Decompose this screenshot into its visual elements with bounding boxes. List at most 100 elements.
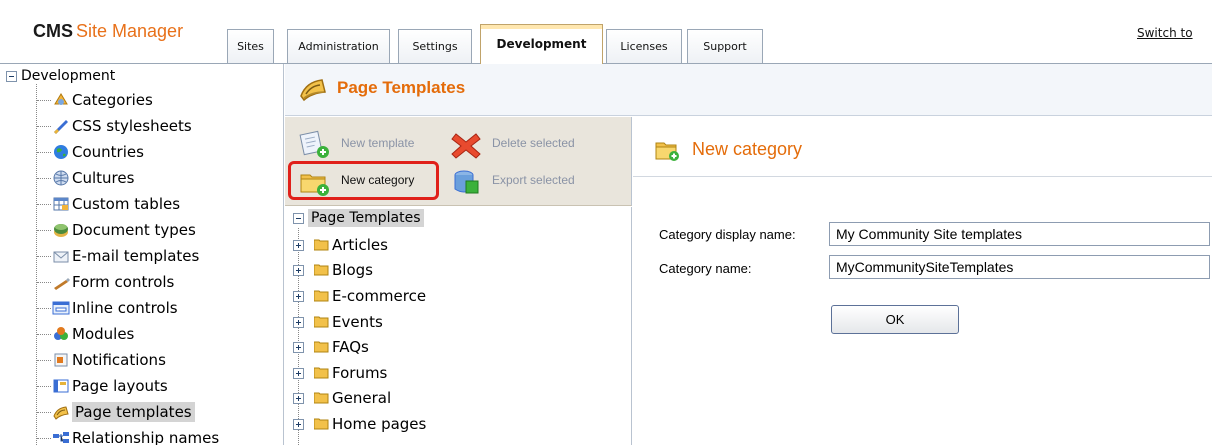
new-template-label: New template — [341, 136, 415, 150]
tree-item-faqs[interactable]: FAQs — [293, 336, 369, 358]
new-category-panel: New category Category display name: Cate… — [633, 117, 1212, 445]
delete-selected-label: Delete selected — [492, 136, 575, 150]
collapse-icon[interactable] — [6, 70, 17, 82]
new-category-title-icon — [655, 142, 679, 161]
collapse-icon[interactable] — [293, 212, 304, 224]
tree-root-label: Development — [21, 68, 116, 84]
page-templates-icon — [53, 406, 69, 420]
form-controls-icon — [54, 278, 70, 290]
tree-item-articles[interactable]: Articles — [293, 234, 388, 256]
custom-tables-icon — [53, 197, 69, 211]
folder-icon — [314, 290, 329, 302]
tree-connector-line — [36, 84, 37, 445]
delete-selected-button[interactable]: Delete selected — [448, 133, 608, 160]
expand-icon[interactable] — [293, 419, 304, 430]
tree-root-development[interactable]: Development — [6, 68, 115, 84]
tree-item-events[interactable]: Events — [293, 311, 383, 333]
tree-connector — [37, 178, 51, 179]
app-logo: CMS Site Manager — [33, 21, 183, 42]
export-icon — [454, 170, 479, 194]
tree-connector — [37, 230, 51, 231]
page-templates-title-icon — [300, 79, 326, 102]
tree-item-inline-controls[interactable]: Inline controls — [52, 297, 178, 319]
page-title: Page Templates — [337, 78, 466, 97]
tree-item-e-mail-templates[interactable]: E-mail templates — [52, 245, 199, 267]
new-category-highlight — [288, 161, 439, 200]
tree-item-page-layouts[interactable]: Page layouts — [52, 375, 168, 397]
tree-item-custom-tables[interactable]: Custom tables — [52, 193, 180, 215]
new-category-header: New category — [633, 117, 1212, 177]
tree-item-css-stylesheets[interactable]: CSS stylesheets — [52, 115, 192, 137]
expand-icon[interactable] — [293, 342, 304, 353]
folder-icon — [314, 367, 329, 379]
folder-icon — [314, 264, 329, 276]
globe-icon — [54, 145, 68, 159]
tree-item-general[interactable]: General — [293, 387, 391, 409]
brand-site-manager-text: Site Manager — [76, 21, 184, 41]
tree-item-notifications[interactable]: Notifications — [52, 349, 166, 371]
expand-icon[interactable] — [293, 393, 304, 404]
tab-licenses[interactable]: Licenses — [606, 29, 682, 63]
tree-connector — [37, 360, 51, 361]
css-stylesheets-icon — [54, 120, 68, 134]
page-layouts-icon — [53, 379, 69, 393]
folder-icon — [314, 341, 329, 353]
tree-connector — [37, 412, 51, 413]
tree-item-categories[interactable]: Categories — [52, 89, 153, 111]
switch-to-link[interactable]: Switch to — [1137, 26, 1193, 40]
tree-item-modules[interactable]: Modules — [52, 323, 134, 345]
export-selected-label: Export selected — [492, 173, 575, 187]
delete-icon — [451, 133, 481, 159]
tab-sites[interactable]: Sites — [227, 29, 274, 63]
tab-administration[interactable]: Administration — [287, 29, 390, 63]
tree-item-e-commerce[interactable]: E-commerce — [293, 285, 426, 307]
tree-connector — [37, 334, 51, 335]
expand-icon[interactable] — [293, 240, 304, 251]
tab-support[interactable]: Support — [687, 29, 763, 63]
new-template-icon — [299, 130, 329, 158]
category-name-field[interactable] — [829, 255, 1210, 279]
development-tree: Development Categories CSS stylesheets C… — [0, 64, 284, 445]
page-templates-header: Page Templates — [285, 64, 1212, 116]
ok-button[interactable]: OK — [831, 305, 959, 334]
tree-connector — [37, 256, 51, 257]
form-title: New category — [692, 139, 803, 159]
inline-controls-icon — [52, 301, 70, 315]
tree-item-home-pages[interactable]: Home pages — [293, 413, 426, 435]
modules-icon — [54, 327, 68, 340]
email-icon — [53, 251, 69, 263]
export-selected-button[interactable]: Export selected — [448, 170, 608, 197]
tree-item-blogs[interactable]: Blogs — [293, 259, 373, 281]
tree-connector — [37, 386, 51, 387]
new-template-button[interactable]: New template — [297, 130, 447, 160]
tree-connector — [37, 438, 51, 439]
top-header: CMS Site Manager Sites Administration Set… — [0, 0, 1212, 64]
folder-icon — [314, 392, 329, 404]
tree-item-countries[interactable]: Countries — [52, 141, 144, 163]
folder-icon — [314, 316, 329, 328]
expand-icon[interactable] — [293, 265, 304, 276]
tree-root-label: Page Templates — [308, 209, 424, 227]
display-name-field[interactable] — [829, 222, 1210, 246]
tree-item-forums[interactable]: Forums — [293, 362, 387, 384]
folder-icon — [314, 418, 329, 430]
expand-icon[interactable] — [293, 368, 304, 379]
tree-connector — [37, 204, 51, 205]
tree-item-form-controls[interactable]: Form controls — [52, 271, 174, 293]
tree-item-relationship-names[interactable]: Relationship names — [52, 427, 219, 445]
tab-development[interactable]: Development — [480, 24, 603, 64]
brand-cms-text: CMS — [33, 21, 73, 41]
tree-item-document-types[interactable]: Document types — [52, 219, 196, 241]
tree-connector — [37, 308, 51, 309]
page-templates-tree: Page Templates Articles Blogs E-commerce… — [285, 207, 632, 445]
tree-connector — [37, 282, 51, 283]
tab-settings[interactable]: Settings — [398, 29, 472, 63]
categories-icon — [54, 93, 68, 105]
tree-connector — [37, 126, 51, 127]
expand-icon[interactable] — [293, 317, 304, 328]
relationship-names-icon — [53, 432, 69, 443]
tree-item-cultures[interactable]: Cultures — [52, 167, 134, 189]
expand-icon[interactable] — [293, 291, 304, 302]
tree-item-page-templates[interactable]: Page templates — [52, 401, 195, 423]
tree-root-page-templates[interactable]: Page Templates — [293, 209, 424, 227]
